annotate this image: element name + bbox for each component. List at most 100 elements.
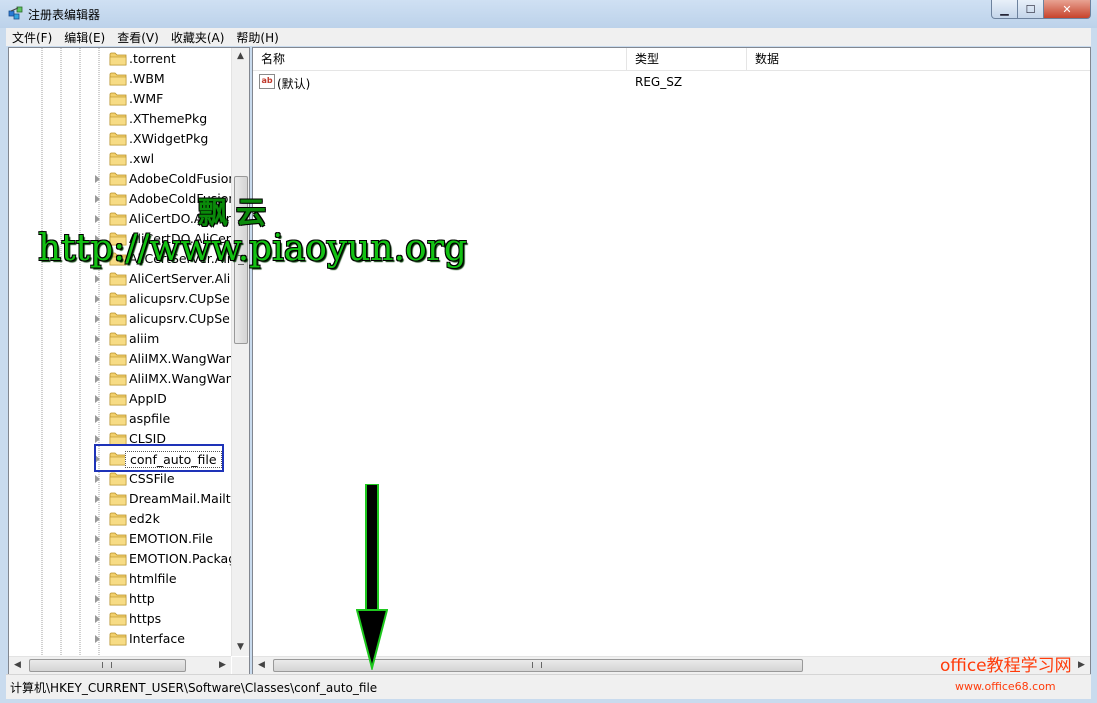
tree-item-label: AdobeColdFusion xyxy=(129,171,237,186)
tree-item-label: alicupsrv.CUpServ xyxy=(129,311,243,326)
expand-arrow-icon[interactable] xyxy=(95,275,100,283)
folder-icon xyxy=(109,331,127,346)
expand-arrow-icon[interactable] xyxy=(95,195,100,203)
close-button[interactable]: ✕ xyxy=(1044,0,1091,19)
tree-item-label: EMOTION.Packag xyxy=(129,551,237,566)
tree-item[interactable]: DreamMail.Mailto xyxy=(9,489,238,509)
tree-item[interactable]: AdobeColdFusion xyxy=(9,169,236,189)
list-horizontal-thumb[interactable] xyxy=(273,659,803,672)
expand-arrow-icon[interactable] xyxy=(95,335,100,343)
menu-help[interactable]: 帮助(H) xyxy=(230,29,284,46)
folder-icon xyxy=(109,551,127,566)
menu-edit[interactable]: 编辑(E) xyxy=(58,29,111,46)
tree-item[interactable]: http xyxy=(9,589,231,609)
tree-item-label: .WBM xyxy=(129,71,165,86)
registry-tree[interactable]: .torrent .WBM .WMF .XThemePkg .XWidgetPkg .xw… xyxy=(8,47,250,675)
tree-item[interactable]: ed2k xyxy=(9,509,231,529)
tree-item-label: .XThemePkg xyxy=(129,111,208,126)
expand-arrow-icon[interactable] xyxy=(95,435,100,443)
folder-icon xyxy=(109,191,127,206)
folder-icon xyxy=(109,91,127,106)
status-path: 计算机\HKEY_CURRENT_USER\Software\Classes\c… xyxy=(10,681,378,695)
menu-favorites[interactable]: 收藏夹(A) xyxy=(165,29,231,46)
tree-item-label: aliim xyxy=(129,331,160,346)
scroll-up-arrow-icon[interactable]: ▲ xyxy=(232,48,249,65)
tree-item[interactable]: aspfile xyxy=(9,409,231,429)
hgrip-icon xyxy=(102,662,112,668)
expand-arrow-icon[interactable] xyxy=(95,355,100,363)
tree-item[interactable]: https xyxy=(9,609,231,629)
folder-icon xyxy=(109,151,127,166)
scroll-left-arrow-icon[interactable]: ◀ xyxy=(9,657,26,674)
tree-horizontal-thumb[interactable] xyxy=(29,659,186,672)
expand-arrow-icon[interactable] xyxy=(95,495,100,503)
tree-item-label: htmlfile xyxy=(129,571,177,586)
column-name[interactable]: 名称 xyxy=(253,48,627,70)
folder-icon xyxy=(109,271,127,286)
tree-item[interactable]: AliIMX.WangWan xyxy=(9,369,234,389)
tree-item[interactable]: AppID xyxy=(9,389,231,409)
tree-item-label: .xwl xyxy=(129,151,155,166)
tree-item[interactable]: .WBM xyxy=(9,69,231,89)
expand-arrow-icon[interactable] xyxy=(95,295,100,303)
expand-arrow-icon[interactable] xyxy=(95,315,100,323)
table-row[interactable]: ab (默认) REG_SZ xyxy=(253,73,1090,93)
title-bar: 注册表编辑器 ▁ ☐ ✕ xyxy=(0,0,1097,28)
expand-arrow-icon[interactable] xyxy=(95,615,100,623)
expand-arrow-icon[interactable] xyxy=(95,515,100,523)
scroll-right-arrow-icon[interactable]: ▶ xyxy=(1073,657,1090,674)
tree-item[interactable]: EMOTION.Packag xyxy=(9,549,236,569)
tree-item-label: AliCertServer.AliC xyxy=(129,271,239,286)
tree-item[interactable]: htmlfile xyxy=(9,569,231,589)
folder-icon xyxy=(109,291,127,306)
expand-arrow-icon[interactable] xyxy=(95,175,100,183)
menu-view[interactable]: 查看(V) xyxy=(111,29,165,46)
maximize-button[interactable]: ☐ xyxy=(1018,0,1044,19)
tree-item[interactable]: .torrent xyxy=(9,49,231,69)
expand-arrow-icon[interactable] xyxy=(95,475,100,483)
tree-item-label: AliIMX.WangWan xyxy=(129,371,234,386)
scrollbar-corner xyxy=(232,657,249,674)
expand-arrow-icon[interactable] xyxy=(95,535,100,543)
tree-item-label: AppID xyxy=(129,391,167,406)
site-logo: office教程学习网 xyxy=(940,656,1072,676)
tree-item[interactable]: AliIMX.WangWan xyxy=(9,349,234,369)
tree-item-label: ed2k xyxy=(129,511,160,526)
tree-item[interactable]: .XWidgetPkg xyxy=(9,129,231,149)
tree-item[interactable]: EMOTION.File xyxy=(9,529,231,549)
expand-arrow-icon[interactable] xyxy=(95,635,100,643)
expand-arrow-icon[interactable] xyxy=(95,575,100,583)
tree-item-label: CSSFile xyxy=(129,471,175,486)
tree-item[interactable]: aliim xyxy=(9,329,231,349)
tree-item[interactable]: alicupsrv.CUpServ xyxy=(9,289,242,309)
menu-file[interactable]: 文件(F) xyxy=(6,29,58,46)
window-title: 注册表编辑器 xyxy=(28,8,101,22)
expand-arrow-icon[interactable] xyxy=(95,215,100,223)
scroll-down-arrow-icon[interactable]: ▼ xyxy=(232,639,249,656)
minimize-button[interactable]: ▁ xyxy=(991,0,1018,19)
tree-horizontal-scrollbar[interactable]: ◀ ▶ xyxy=(9,656,231,674)
tree-item[interactable]: AliCertServer.AliC xyxy=(9,269,239,289)
tree-item[interactable]: .xwl xyxy=(9,149,231,169)
expand-arrow-icon[interactable] xyxy=(95,375,100,383)
expand-arrow-icon[interactable] xyxy=(95,595,100,603)
expand-arrow-icon[interactable] xyxy=(95,395,100,403)
expand-arrow-icon[interactable] xyxy=(95,415,100,423)
tree-item[interactable]: alicupsrv.CUpServ xyxy=(9,309,242,329)
selected-key-highlight xyxy=(94,444,224,472)
folder-icon xyxy=(109,51,127,66)
scroll-right-arrow-icon[interactable]: ▶ xyxy=(214,657,231,674)
tree-item[interactable]: CSSFile xyxy=(9,469,231,489)
tree-vertical-scrollbar[interactable]: ▲ ▼ xyxy=(231,48,249,656)
column-data[interactable]: 数据 xyxy=(747,48,1090,70)
scroll-left-arrow-icon[interactable]: ◀ xyxy=(253,657,270,674)
folder-icon xyxy=(109,111,127,126)
tree-item[interactable]: Interface xyxy=(9,629,231,649)
tree-item[interactable]: .XThemePkg xyxy=(9,109,231,129)
column-type[interactable]: 类型 xyxy=(627,48,747,70)
tree-item-label: http xyxy=(129,591,155,606)
tree-item[interactable]: .WMF xyxy=(9,89,231,109)
folder-icon xyxy=(109,131,127,146)
folder-icon xyxy=(109,411,127,426)
expand-arrow-icon[interactable] xyxy=(95,555,100,563)
